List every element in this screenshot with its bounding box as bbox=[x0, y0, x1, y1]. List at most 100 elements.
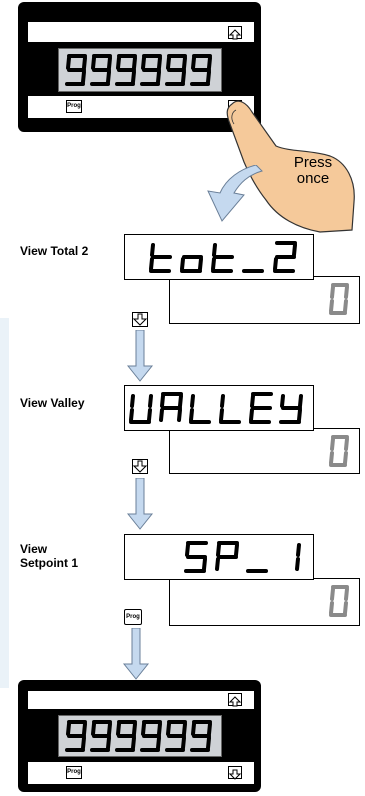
step-2-down-key[interactable] bbox=[132, 459, 148, 474]
segment bbox=[198, 257, 203, 271]
top-meter-prog-key[interactable]: Prog bbox=[66, 100, 82, 113]
bottom-meter-upper-strip bbox=[28, 691, 254, 709]
segment bbox=[292, 243, 297, 257]
bottom-meter-display bbox=[58, 715, 222, 757]
segment bbox=[130, 394, 135, 408]
segment bbox=[157, 722, 162, 736]
bottom-meter-prog-key[interactable]: Prog bbox=[66, 766, 82, 779]
down-arrow-icon bbox=[228, 769, 242, 780]
hand-callout: Press once bbox=[293, 154, 333, 187]
top-meter-display bbox=[58, 48, 222, 92]
segment bbox=[211, 257, 216, 271]
step-1-down-key[interactable] bbox=[132, 312, 148, 327]
segment bbox=[190, 394, 195, 408]
segment bbox=[344, 587, 349, 601]
step-1-upper-display bbox=[124, 234, 314, 280]
segment bbox=[329, 451, 334, 465]
segment bbox=[206, 736, 211, 750]
segment bbox=[131, 70, 136, 84]
segment bbox=[216, 543, 221, 557]
segment bbox=[132, 722, 137, 736]
segment bbox=[206, 70, 211, 84]
segment bbox=[182, 56, 187, 70]
segment bbox=[215, 557, 220, 571]
step-2-upper-display bbox=[124, 385, 314, 431]
up-arrow-icon bbox=[228, 29, 242, 40]
step-2-upper-text bbox=[129, 392, 303, 424]
side-bar bbox=[0, 318, 9, 688]
segment bbox=[159, 408, 164, 422]
down-arrow-icon bbox=[126, 478, 154, 530]
segment bbox=[330, 587, 335, 601]
segment bbox=[219, 408, 224, 422]
segment bbox=[330, 437, 335, 451]
segment bbox=[185, 543, 190, 557]
segment bbox=[166, 722, 171, 736]
segment bbox=[82, 722, 87, 736]
segment bbox=[132, 56, 137, 70]
segment bbox=[182, 722, 187, 736]
segment bbox=[106, 70, 111, 84]
bottom-meter: Prog bbox=[18, 680, 261, 792]
segment bbox=[91, 722, 96, 736]
segment bbox=[202, 557, 207, 571]
step-3-label-line-2: Setpoint 1 bbox=[20, 556, 79, 570]
segment bbox=[191, 722, 196, 736]
flow-arrow-2 bbox=[126, 478, 154, 530]
segment bbox=[116, 722, 121, 736]
top-meter-upper-strip bbox=[28, 22, 254, 42]
segment bbox=[147, 408, 152, 422]
segment bbox=[129, 408, 134, 422]
curved-arrow-icon bbox=[207, 165, 263, 222]
step-1-lower-digits bbox=[329, 283, 349, 315]
flow-arrow-3 bbox=[122, 628, 150, 680]
step-3-lower-digits bbox=[329, 585, 349, 617]
segment bbox=[81, 70, 86, 84]
step-2-lower-display bbox=[169, 428, 360, 474]
segment bbox=[150, 243, 155, 257]
step-3-prog-key[interactable]: Prog bbox=[124, 609, 142, 625]
segment bbox=[166, 56, 171, 70]
segment bbox=[81, 736, 86, 750]
segment bbox=[180, 257, 185, 271]
segment bbox=[250, 394, 255, 408]
segment bbox=[330, 285, 335, 299]
segment bbox=[156, 70, 161, 84]
top-meter-up-key[interactable] bbox=[228, 26, 242, 40]
segment bbox=[91, 56, 96, 70]
down-arrow-icon bbox=[132, 460, 148, 473]
segment bbox=[295, 557, 300, 571]
segment bbox=[273, 257, 278, 271]
segment bbox=[343, 601, 348, 615]
top-meter-digits bbox=[65, 54, 212, 86]
segment bbox=[66, 56, 71, 70]
segment bbox=[156, 736, 161, 750]
segment bbox=[344, 285, 349, 299]
step-1-label: View Total 2 bbox=[20, 244, 89, 258]
segment bbox=[234, 543, 239, 557]
segment bbox=[344, 437, 349, 451]
segment bbox=[181, 736, 186, 750]
segment bbox=[131, 736, 136, 750]
segment bbox=[141, 722, 146, 736]
segment bbox=[212, 243, 217, 257]
segment bbox=[280, 394, 285, 408]
segment bbox=[149, 257, 154, 271]
bottom-meter-lower-strip bbox=[28, 762, 254, 784]
flow-arrow-1 bbox=[126, 330, 154, 382]
segment bbox=[116, 56, 121, 70]
segment bbox=[157, 56, 162, 70]
step-1-upper-text bbox=[149, 241, 297, 273]
segment bbox=[82, 56, 87, 70]
segment bbox=[189, 408, 194, 422]
down-arrow-icon bbox=[126, 330, 154, 382]
segment bbox=[297, 408, 302, 422]
step-3-lower-display bbox=[169, 578, 360, 626]
segment bbox=[329, 299, 334, 313]
segment bbox=[66, 722, 71, 736]
bottom-meter-down-key[interactable] bbox=[228, 766, 242, 780]
step-1-lower-display bbox=[169, 276, 360, 324]
up-arrow-icon bbox=[228, 696, 242, 707]
bottom-meter-up-key[interactable] bbox=[228, 693, 242, 707]
segment bbox=[207, 56, 212, 70]
